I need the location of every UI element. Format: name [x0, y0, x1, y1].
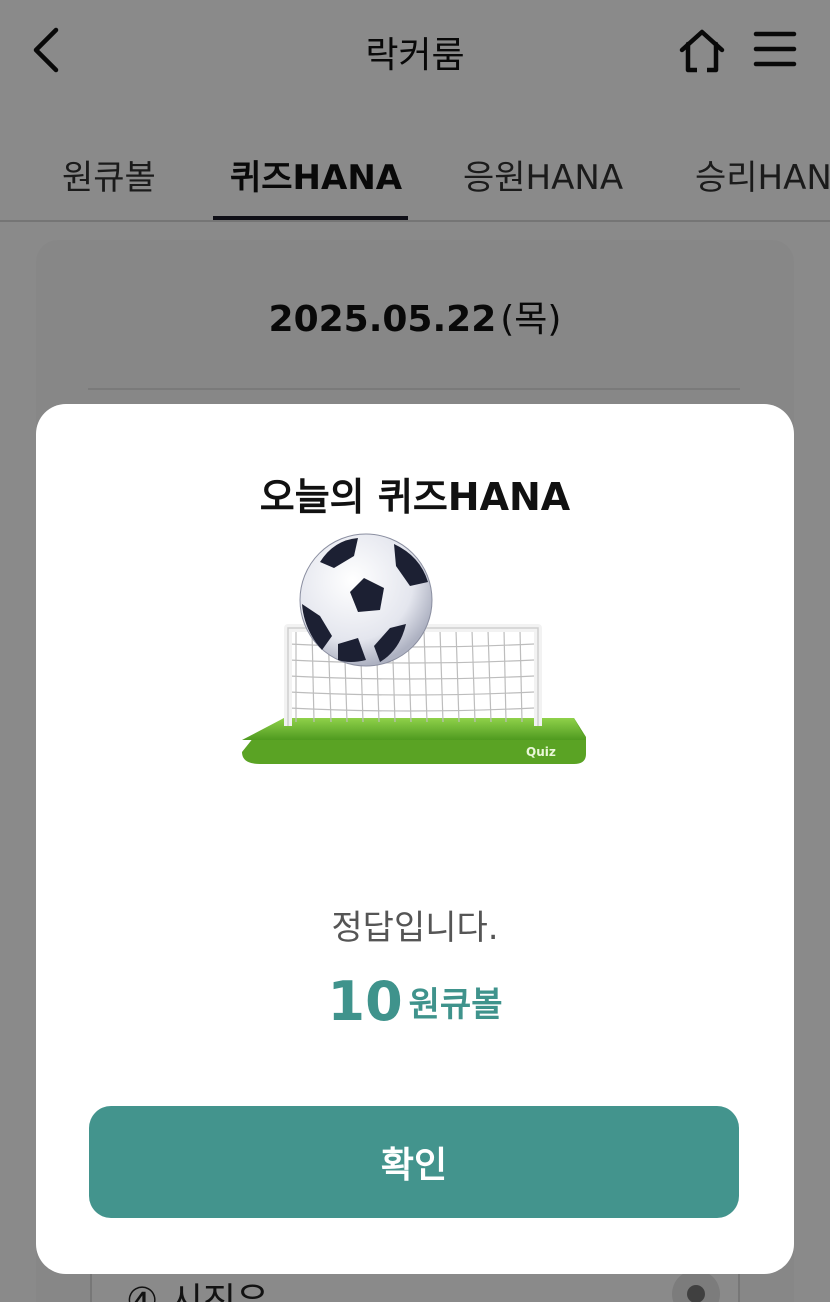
result-message: 정답입니다.: [331, 908, 499, 948]
reward-unit: 원큐볼: [408, 985, 503, 1025]
modal-title: 오늘의 퀴즈HANA: [259, 475, 571, 519]
quiz-label: Quiz: [526, 745, 556, 759]
quiz-result-modal: 오늘의 퀴즈HANA Quiz 정답입니다. 10 원큐볼 확인: [36, 404, 794, 1274]
reward-amount: 10: [327, 970, 403, 1033]
confirm-button[interactable]: 확인: [89, 1106, 739, 1218]
soccer-ball-goal-icon: Quiz: [242, 533, 586, 764]
reward-points: 10 원큐볼: [36, 970, 794, 1033]
